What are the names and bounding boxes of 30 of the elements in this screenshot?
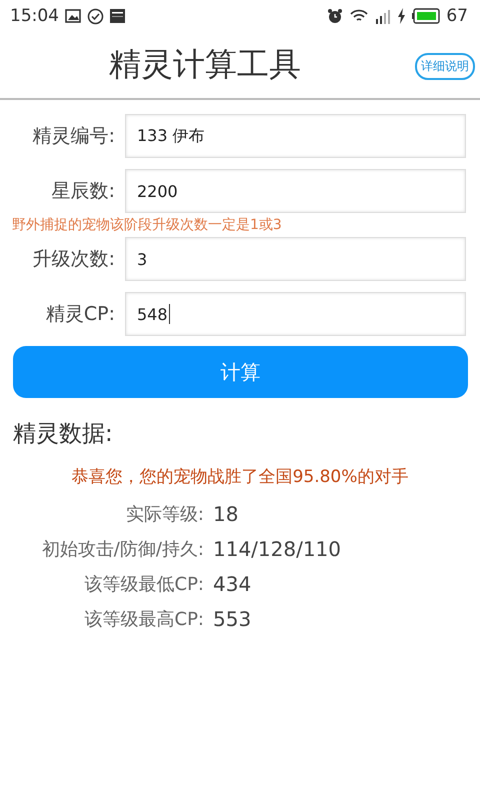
section-title: 精灵数据: [13,420,114,449]
field-label[interactable]: 升级次数: [12,246,125,272]
result-label: 初始攻击/防御/持久: [40,538,205,561]
check-circle-icon [87,8,104,24]
result-value: 114/128/110 [213,537,341,561]
input-field[interactable]: 133 伊布 [125,114,466,158]
input-field[interactable]: 2200 [125,169,466,213]
news-icon [110,9,125,23]
battery-icon [412,8,440,24]
signal-icon [375,8,392,24]
result-label: 实际等级: [124,503,205,526]
field-label[interactable]: 星辰数: [12,178,125,204]
field-label[interactable]: 精灵CP: [12,301,125,327]
result-label: 该等级最低CP: [84,573,205,596]
result-message: 恭喜您，您的宠物战胜了全国95.80%的对手 [70,466,410,488]
field-label[interactable]: 精灵编号: [12,123,125,149]
help-button[interactable]: 详细说明 [415,53,475,80]
input-field[interactable]: 548 [125,292,466,336]
battery-level: 67 [446,6,468,26]
result-value: 434 [213,572,252,596]
page-title: 精灵计算工具 [109,44,301,85]
result-label: 该等级最高CP: [84,608,205,631]
image-icon [65,9,81,23]
alarm-icon [327,8,344,24]
charging-icon [397,8,406,24]
result-value: 553 [213,607,252,631]
input-field[interactable]: 3 [125,237,466,281]
result-value: 18 [213,502,238,526]
status-time: 15:04 [10,6,59,26]
hint-text: 野外捕捉的宠物该阶段升级次数一定是1或3 [12,216,283,234]
